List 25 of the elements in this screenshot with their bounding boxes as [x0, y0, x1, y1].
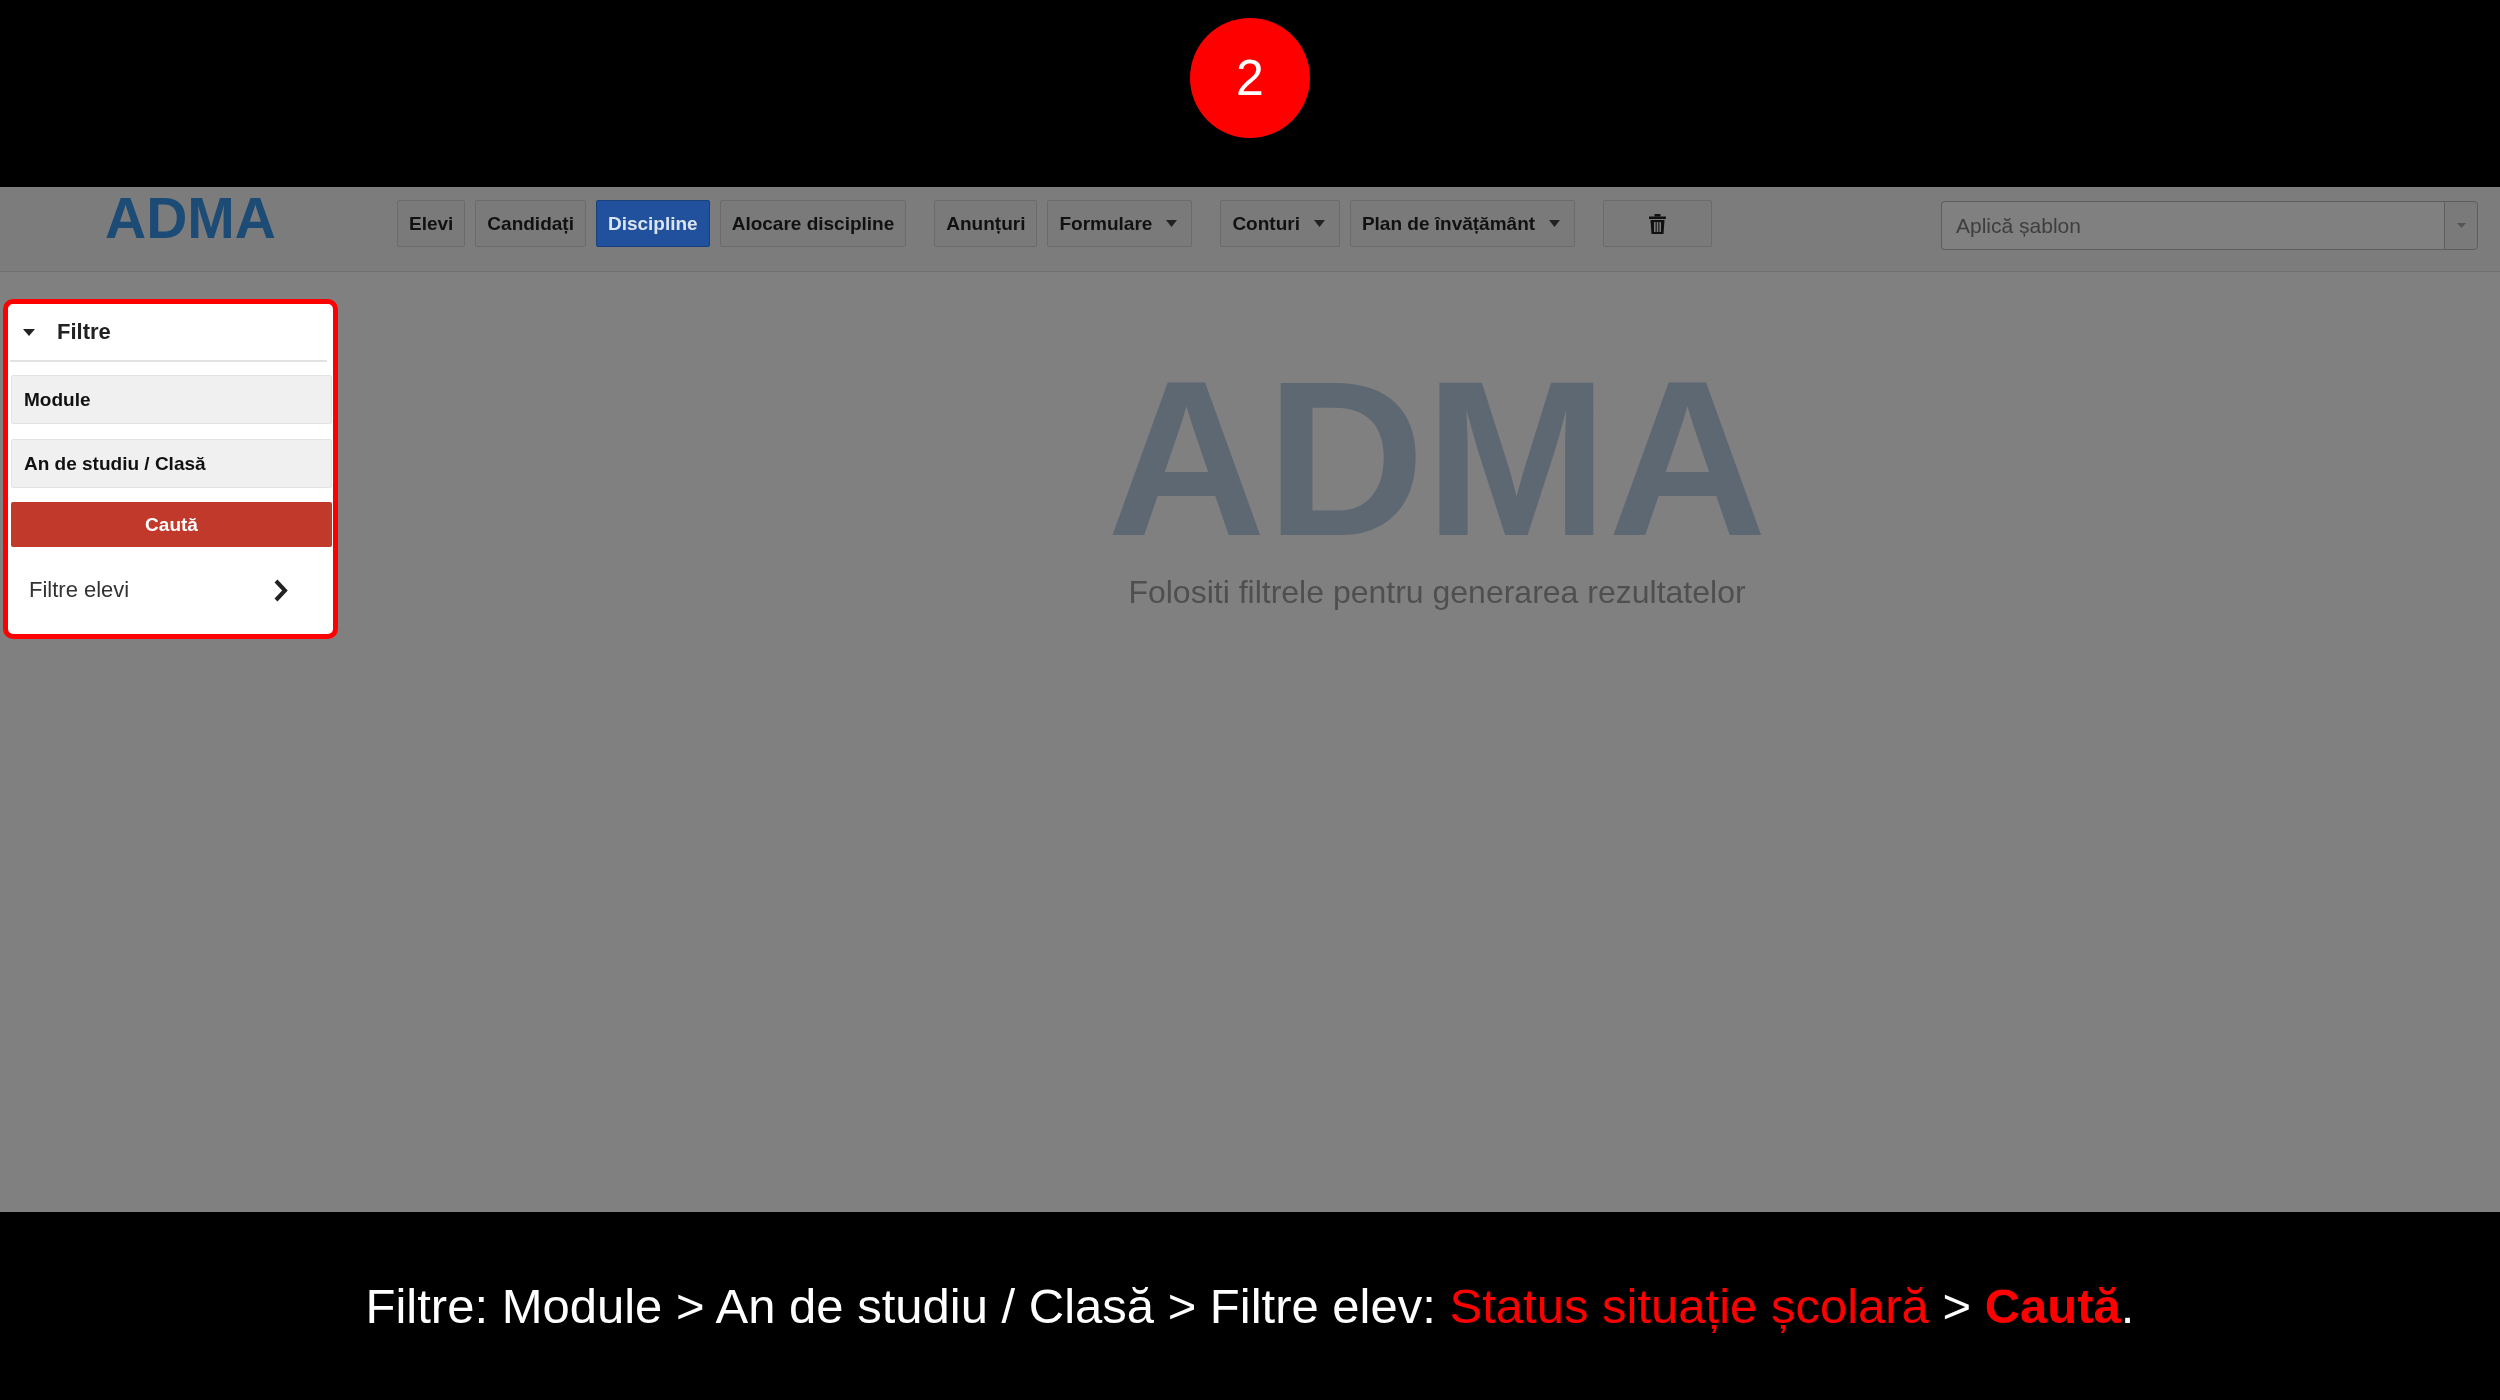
nav-button[interactable]: Discipline — [595, 200, 710, 247]
nav-button[interactable]: Candidați — [475, 200, 586, 247]
filter-section[interactable]: Module — [11, 375, 332, 424]
template-select-field[interactable]: Aplică șablon — [1941, 201, 2444, 250]
select-toggle-button[interactable] — [2444, 201, 2478, 250]
student-filters-toggle[interactable]: Filtre elevi — [29, 547, 288, 633]
nav-button[interactable]: Anunțuri — [934, 200, 1038, 247]
nav-button[interactable]: Alocare discipline — [719, 200, 907, 247]
caret-down-icon — [1313, 220, 1325, 227]
logo: ADMA — [105, 190, 276, 247]
nav-button[interactable]: Elevi — [397, 200, 466, 247]
search-button[interactable]: Caută — [11, 502, 332, 547]
delete-button[interactable] — [1603, 200, 1713, 247]
caret-down-icon[interactable] — [23, 328, 35, 336]
caret-down-icon — [1549, 220, 1561, 227]
nav-dropdown-button[interactable]: Formulare — [1047, 200, 1193, 247]
panel-title: Filtre — [57, 319, 111, 345]
caret-down-icon — [2456, 223, 2466, 228]
caption-text: Filtre: Module > An de studiu / Clasă > Filtre elev: Status situație școlară > Caută. — [365, 1278, 2135, 1334]
step-badge: 2 — [1190, 18, 1310, 138]
nav-dropdown-button[interactable]: Conturi — [1220, 200, 1340, 247]
caret-down-icon — [1166, 220, 1178, 227]
nav-dropdown-button[interactable]: Plan de învățământ — [1349, 200, 1576, 247]
filter-section[interactable]: An de studiu / Clasă — [11, 439, 332, 488]
trash-icon — [1649, 213, 1667, 234]
